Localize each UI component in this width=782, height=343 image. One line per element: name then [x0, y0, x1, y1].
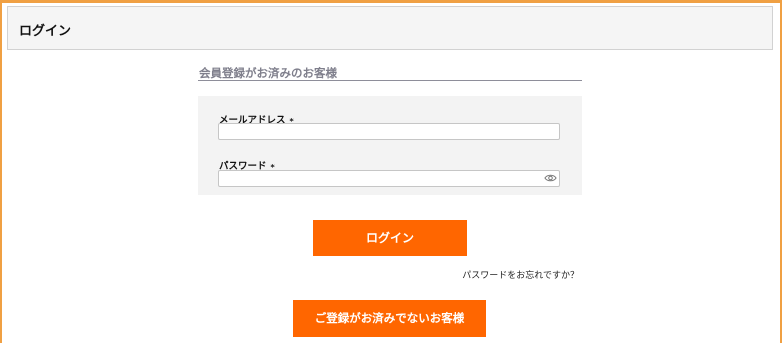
section-heading-text: 会員登録がお済みのお客様: [199, 66, 337, 80]
section-heading: 会員登録がお済みのお客様: [198, 65, 582, 81]
page-frame: ログイン 会員登録がお済みのお客様 メールアドレス * パスワード * ログイン パ…: [0, 0, 782, 343]
email-field[interactable]: [218, 123, 560, 140]
eye-icon[interactable]: [544, 173, 557, 183]
page-title: ログイン: [19, 24, 72, 39]
forgot-password-link[interactable]: パスワードをお忘れですか？: [462, 268, 579, 281]
register-button[interactable]: ご登録がお済みでないお客様: [293, 300, 486, 337]
password-field[interactable]: [218, 170, 560, 187]
page-header: ログイン: [7, 6, 773, 50]
login-button[interactable]: ログイン: [313, 220, 467, 256]
login-form-panel: メールアドレス * パスワード *: [198, 96, 582, 195]
